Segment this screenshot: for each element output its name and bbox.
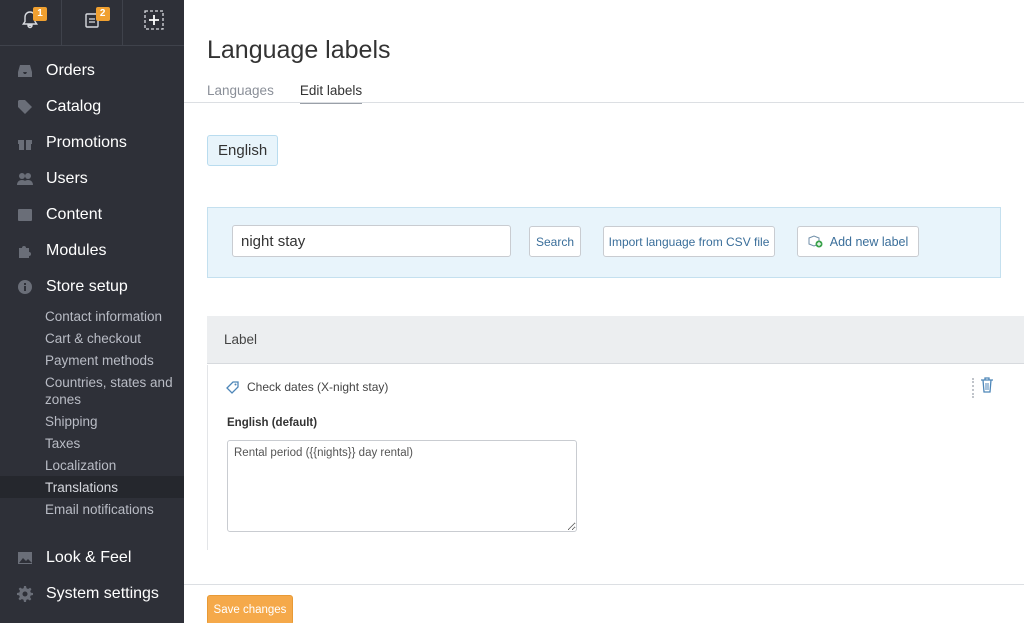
sidebar-item-store-setup[interactable]: Store setup [0,269,184,305]
gift-icon [16,134,34,152]
row-actions [972,377,994,398]
labels-table-header: Label [207,316,1024,364]
info-icon [16,278,34,296]
add-label-icon [808,235,823,248]
image-icon [16,549,34,567]
sidebar-subitem-localization[interactable]: Localization [0,454,184,476]
orders-queue-button[interactable]: 2 [62,0,124,45]
column-header-label: Label [224,332,258,347]
notifications-badge: 1 [33,7,47,21]
row-separator [972,377,974,398]
save-changes-button[interactable]: Save changes [207,595,293,623]
sidebar-topbar: 1 2 [0,0,184,46]
store-setup-submenu: Contact information Cart & checkout Paym… [0,305,184,520]
label-name: Check dates (X-night stay) [225,380,388,394]
sidebar-item-label: Modules [46,242,107,259]
search-input[interactable] [232,225,511,257]
tag-icon [226,381,239,394]
tab-bar: Languages Edit labels [207,83,363,104]
gear-icon [16,585,34,603]
sidebar-subitem-cart-checkout[interactable]: Cart & checkout [0,327,184,349]
footer-divider [184,584,1024,585]
notifications-button[interactable]: 1 [0,0,62,45]
tab-languages[interactable]: Languages [207,83,274,104]
sidebar-subitem-contact-information[interactable]: Contact information [0,305,184,327]
import-csv-button[interactable]: Import language from CSV file [603,226,775,257]
label-translation-textarea[interactable]: Rental period ({{nights}} day rental) [227,440,577,532]
page-title: Language labels [207,36,391,64]
language-selector-english[interactable]: English [207,135,279,166]
main-content: Language labels Languages Edit labels En… [184,0,1024,623]
sidebar-item-label: Store setup [46,278,128,295]
sidebar: 1 2 Orders Catalog Promotions Users Cont… [0,0,184,623]
sidebar-subitem-countries-states-zones[interactable]: Countries, states and zones [0,371,184,410]
sidebar-item-label: Content [46,206,103,223]
inbox-icon [16,62,34,80]
add-new-label-button[interactable]: Add new label [797,226,919,257]
tab-edit-labels[interactable]: Edit labels [299,83,363,104]
sidebar-item-look-feel[interactable]: Look & Feel [0,540,184,576]
sidebar-item-catalog[interactable]: Catalog [0,89,184,125]
sidebar-subitem-shipping[interactable]: Shipping [0,410,184,432]
sidebar-item-users[interactable]: Users [0,161,184,197]
sidebar-item-orders[interactable]: Orders [0,53,184,89]
table-row: Check dates (X-night stay) English (defa… [207,365,1024,550]
sidebar-item-modules[interactable]: Modules [0,233,184,269]
label-name-text: Check dates (X-night stay) [247,380,389,394]
tag-icon [16,98,34,116]
sidebar-item-label: Promotions [46,134,127,151]
add-label-text: Add new label [829,234,909,249]
content-icon [16,206,34,224]
sidebar-item-label: Orders [46,62,95,79]
puzzle-icon [16,242,34,260]
users-icon [16,170,34,188]
sidebar-subitem-translations[interactable]: Translations [0,476,184,498]
sidebar-item-system-settings[interactable]: System settings [0,576,184,612]
add-icon [143,9,165,36]
sidebar-subitem-taxes[interactable]: Taxes [0,432,184,454]
sidebar-item-label: System settings [46,585,159,602]
quick-add-button[interactable] [123,0,184,45]
search-button[interactable]: Search [529,226,581,257]
sidebar-item-label: Look & Feel [46,549,132,566]
sidebar-item-promotions[interactable]: Promotions [0,125,184,161]
sidebar-item-label: Users [46,170,88,187]
tabs-divider [184,102,1024,103]
sidebar-subitem-payment-methods[interactable]: Payment methods [0,349,184,371]
orders-badge: 2 [95,7,110,21]
delete-label-button[interactable] [980,377,994,398]
sidebar-item-label: Catalog [46,98,102,115]
sidebar-item-content[interactable]: Content [0,197,184,233]
trash-icon [981,377,993,393]
language-field-label: English (default) [227,417,318,429]
search-panel: Search Import language from CSV file Add… [207,207,1001,278]
sidebar-subitem-email-notifications[interactable]: Email notifications [0,498,184,520]
